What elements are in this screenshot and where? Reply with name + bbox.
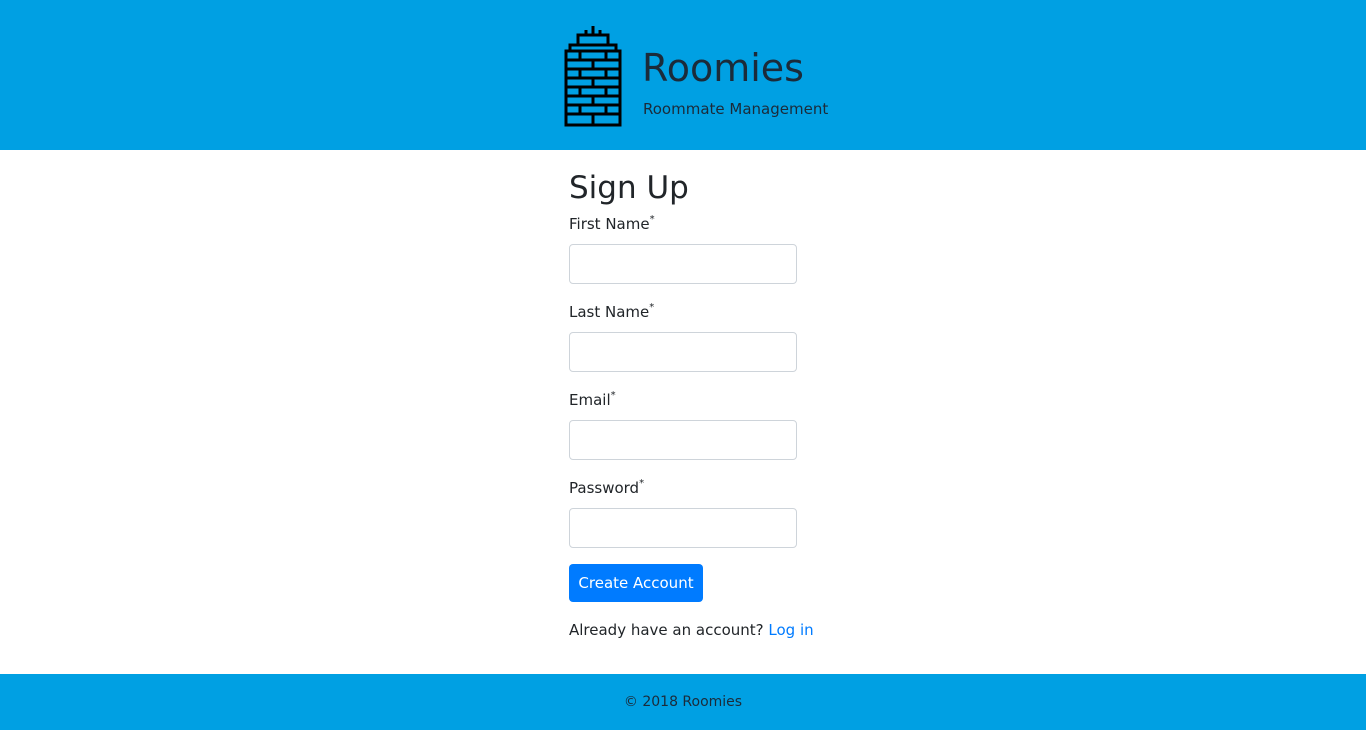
email-label: Email* <box>569 390 616 410</box>
last-name-label-text: Last Name <box>569 303 650 321</box>
password-input[interactable] <box>569 508 797 548</box>
required-marker: * <box>649 302 655 313</box>
site-footer: © 2018 Roomies <box>0 674 1366 730</box>
first-name-input[interactable] <box>569 244 797 284</box>
create-account-button[interactable]: Create Account <box>569 564 703 602</box>
password-label: Password* <box>569 478 644 498</box>
login-prompt-text: Already have an account? <box>569 621 764 639</box>
password-label-text: Password <box>569 479 640 497</box>
brand-subtitle: Roommate Management <box>643 100 829 118</box>
skyscraper-icon <box>564 26 622 127</box>
required-marker: * <box>610 390 616 401</box>
brand-title: Roomies <box>642 46 804 90</box>
required-marker: * <box>639 478 645 489</box>
first-name-label: First Name* <box>569 214 655 234</box>
site-header: Roomies Roommate Management <box>0 0 1366 150</box>
last-name-input[interactable] <box>569 332 797 372</box>
copyright-text: © 2018 Roomies <box>623 694 743 710</box>
login-prompt: Already have an account? Log in <box>569 620 814 640</box>
required-marker: * <box>649 214 655 225</box>
first-name-label-text: First Name <box>569 215 650 233</box>
last-name-label: Last Name* <box>569 302 654 322</box>
page-title: Sign Up <box>569 170 689 206</box>
email-input[interactable] <box>569 420 797 460</box>
email-label-text: Email <box>569 391 611 409</box>
login-link[interactable]: Log in <box>768 621 813 639</box>
